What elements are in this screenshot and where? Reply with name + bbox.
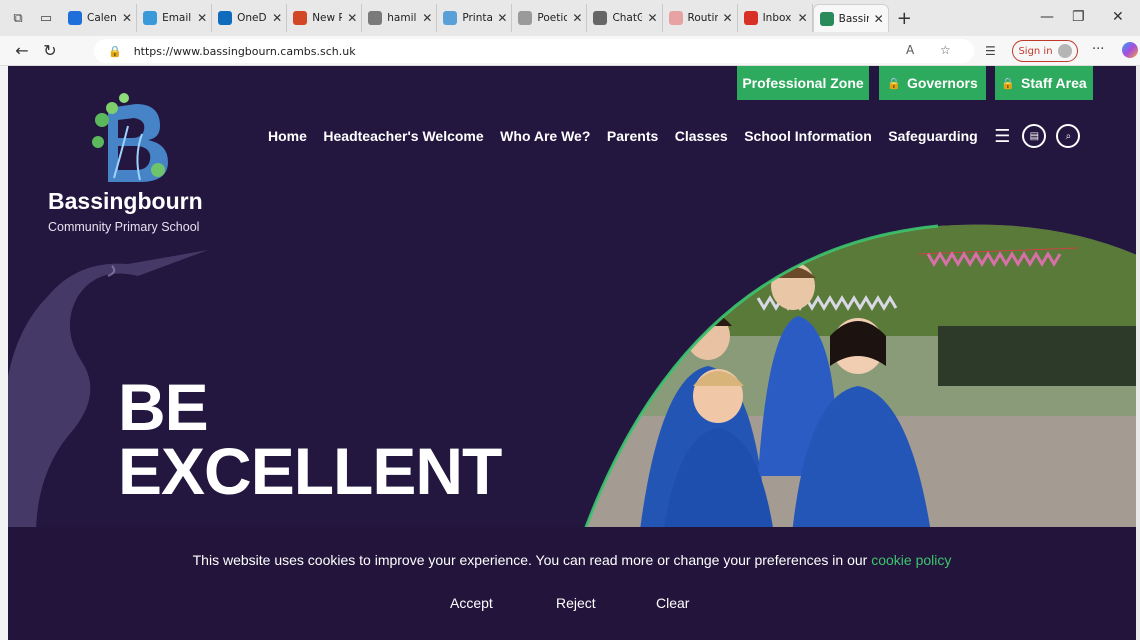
nav-headteachers-welcome[interactable]: Headteacher's Welcome [323, 128, 483, 144]
nav-school-information[interactable]: School Information [744, 128, 872, 144]
main-nav: Home Headteacher's Welcome Who Are We? P… [268, 124, 1090, 148]
tab-favicon-icon [743, 11, 758, 25]
copilot-icon[interactable] [1122, 42, 1138, 58]
nav-home[interactable]: Home [268, 128, 307, 144]
refresh-icon[interactable]: ↻ [36, 41, 64, 60]
tab-favicon-icon [143, 11, 158, 25]
tab-favicon-icon [293, 11, 308, 25]
lock-icon: 🔒 [887, 77, 901, 90]
new-tab-button[interactable]: + [897, 8, 912, 29]
nav-safeguarding[interactable]: Safeguarding [888, 128, 977, 144]
browser-tab[interactable]: Bassin ✕ [812, 4, 889, 32]
staff-area-button[interactable]: 🔒 Staff Area [995, 66, 1093, 100]
favorites-icon[interactable]: ☰ [985, 44, 996, 58]
read-aloud-icon[interactable]: A [906, 43, 914, 57]
tab-close-icon[interactable]: ✕ [723, 11, 733, 25]
tab-close-icon[interactable]: ✕ [647, 11, 657, 25]
restore-icon[interactable]: ❐ [1072, 9, 1085, 25]
tab-close-icon[interactable]: ✕ [874, 12, 884, 26]
brand-name[interactable]: Bassingbourn [48, 188, 203, 215]
browser-tab[interactable]: New P ✕ [287, 4, 363, 32]
clear-button[interactable]: Clear [656, 595, 689, 611]
tab-close-icon[interactable]: ✕ [272, 11, 282, 25]
sign-in-label: Sign in [1018, 45, 1053, 57]
url-text[interactable]: https://www.bassingbourn.cambs.sch.uk [134, 45, 356, 58]
nav-who-are-we[interactable]: Who Are We? [500, 128, 590, 144]
translate-icon[interactable]: ▤ [1022, 124, 1047, 148]
tab-label: Inbox [762, 12, 792, 24]
accept-button[interactable]: Accept [450, 595, 493, 611]
tab-label: Routin [687, 12, 718, 24]
minimize-icon[interactable]: — [1040, 9, 1054, 25]
tab-label: Printa [462, 12, 493, 24]
tab-close-icon[interactable]: ✕ [197, 11, 207, 25]
lock-icon: 🔒 [108, 44, 122, 58]
search-icon[interactable]: ⌕ [1056, 124, 1081, 148]
hero-line-1: BE [118, 370, 209, 444]
tab-label: Bassin [838, 12, 869, 25]
tab-favicon-icon [368, 11, 383, 25]
tab-label: Email [162, 12, 192, 24]
tab-favicon-icon [668, 11, 683, 25]
browser-tab[interactable]: ChatG ✕ [587, 4, 663, 32]
tab-close-icon[interactable]: ✕ [572, 11, 582, 25]
nav-classes[interactable]: Classes [675, 128, 728, 144]
tab-close-icon[interactable]: ✕ [798, 11, 808, 25]
back-icon[interactable]: ← [8, 41, 36, 60]
cookie-message: This website uses cookies to improve you… [192, 552, 868, 568]
school-logo[interactable] [88, 90, 174, 186]
lock-icon: 🔒 [1001, 77, 1016, 90]
hero-line-2: EXCELLENT [118, 434, 502, 508]
tab-close-icon[interactable]: ✕ [347, 11, 357, 25]
cookie-policy-link[interactable]: cookie policy [871, 552, 951, 568]
tab-label: ChatG [612, 12, 643, 24]
tab-actions-icon[interactable]: ▭ [36, 8, 56, 28]
browser-tab[interactable]: hamil ✕ [362, 4, 438, 32]
professional-zone-label: Professional Zone [742, 75, 864, 91]
close-window-icon[interactable]: ✕ [1112, 9, 1124, 25]
browser-tab[interactable]: Routin ✕ [663, 4, 738, 32]
browser-tab[interactable]: OneD ✕ [212, 4, 288, 32]
browser-tab-bar: ⧉ ▭ Calend✕Email✕OneD✕New P✕hamil✕Printa… [0, 0, 1140, 36]
brand-subtitle: Community Primary School [48, 220, 200, 234]
browser-tab[interactable]: Inbox ✕ [738, 4, 813, 32]
professional-zone-button[interactable]: Professional Zone [737, 66, 869, 100]
tab-label: hamil [387, 12, 417, 24]
tab-favicon-icon [443, 11, 458, 25]
cookie-message-line: This website uses cookies to improve you… [8, 552, 1136, 568]
tab-favicon-icon [819, 11, 834, 26]
browser-tab[interactable]: Email ✕ [137, 4, 213, 32]
tab-close-icon[interactable]: ✕ [422, 11, 432, 25]
address-bar: ← ↻ 🔒 https://www.bassingbourn.cambs.sch… [0, 36, 1140, 66]
governors-button[interactable]: 🔒 Governors [879, 66, 986, 100]
governors-label: Governors [906, 75, 978, 91]
avatar [1057, 44, 1072, 58]
menu-icon[interactable]: ☰ [994, 126, 1010, 147]
tab-strip: Calend✕Email✕OneD✕New P✕hamil✕Printa✕Poe… [62, 4, 889, 32]
staff-area-label: Staff Area [1021, 75, 1087, 91]
tab-label: OneD [237, 12, 267, 24]
tab-close-icon[interactable]: ✕ [122, 11, 132, 25]
nav-parents[interactable]: Parents [607, 128, 658, 144]
tab-favicon-icon [593, 11, 608, 25]
sign-in-button[interactable]: Sign in [1012, 40, 1078, 62]
tab-favicon-icon [518, 11, 533, 25]
url-box[interactable]: 🔒 https://www.bassingbourn.cambs.sch.uk … [94, 39, 974, 63]
tab-label: Calend [87, 12, 117, 24]
scrollbar[interactable] [1136, 66, 1140, 640]
tab-close-icon[interactable]: ✕ [497, 11, 507, 25]
tab-favicon-icon [218, 11, 233, 25]
more-icon[interactable]: ··· [1092, 42, 1104, 57]
tab-label: Poetic [537, 12, 568, 24]
tab-label: New P [312, 12, 343, 24]
reject-button[interactable]: Reject [556, 595, 596, 611]
website-page: Professional Zone 🔒 Governors 🔒 Staff Ar… [8, 66, 1136, 640]
cookie-banner: This website uses cookies to improve you… [8, 527, 1136, 640]
browser-tab[interactable]: Poetic ✕ [512, 4, 588, 32]
favorite-star-icon[interactable]: ☆ [940, 43, 951, 57]
workspaces-icon[interactable]: ⧉ [8, 8, 28, 28]
browser-tab[interactable]: Printa ✕ [437, 4, 513, 32]
browser-tab[interactable]: Calend ✕ [62, 4, 138, 32]
tab-favicon-icon [68, 11, 82, 25]
